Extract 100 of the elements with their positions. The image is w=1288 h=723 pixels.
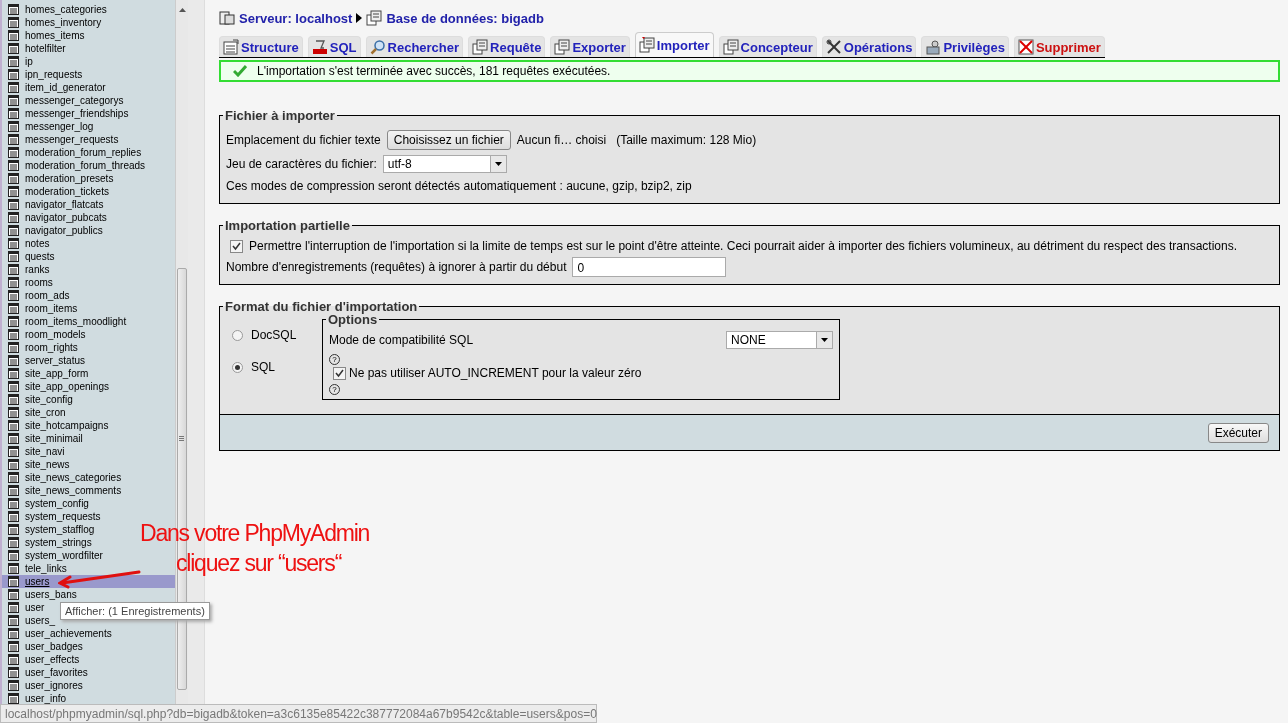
structure-icon: [223, 39, 239, 55]
table-link[interactable]: navigator_flatcats: [25, 198, 104, 211]
table-link[interactable]: site_app_openings: [25, 380, 109, 393]
table-link[interactable]: messenger_requests: [25, 133, 119, 146]
table-link[interactable]: user: [25, 601, 45, 614]
table-icon: [8, 628, 19, 639]
tab[interactable]: Importer: [634, 32, 714, 57]
table-link[interactable]: moderation_forum_replies: [25, 146, 142, 159]
tab[interactable]: Structure: [219, 36, 303, 57]
scroll-up-icon[interactable]: [179, 8, 186, 12]
table-icon: [8, 199, 19, 210]
status-bar: localhost/phpmyadmin/sql.php?db=bigadb&token=a3c6135e85422c387772084a67b9542c&table=users&pos=0: [0, 704, 597, 723]
table-link[interactable]: messenger_friendships: [25, 107, 129, 120]
table-link[interactable]: messenger_log: [25, 120, 94, 133]
tab[interactable]: Opérations: [821, 36, 917, 57]
table-link[interactable]: navigator_publics: [25, 224, 103, 237]
table-link[interactable]: homes_categories: [25, 3, 107, 16]
table-link[interactable]: ranks: [25, 263, 50, 276]
checkbox[interactable]: [230, 240, 243, 253]
table-link[interactable]: hotelfilter: [25, 42, 66, 55]
table-icon: [8, 173, 19, 184]
table-icon: [8, 238, 19, 249]
table-link[interactable]: site_hotcampaigns: [25, 419, 109, 432]
table-link[interactable]: ip: [25, 55, 33, 68]
table-link[interactable]: system_requests: [25, 510, 101, 523]
table-link[interactable]: user_favorites: [25, 666, 88, 679]
charset-dropdown[interactable]: utf-8: [382, 155, 507, 173]
table-link[interactable]: navigator_pubcats: [25, 211, 107, 224]
table-link[interactable]: site_navi: [25, 445, 65, 458]
table-link[interactable]: system_config: [25, 497, 89, 510]
table-link[interactable]: ipn_requests: [25, 68, 83, 81]
table-icon: [8, 82, 19, 93]
tab[interactable]: Concepteur: [718, 36, 817, 57]
table-link[interactable]: moderation_forum_threads: [25, 159, 146, 172]
table-link[interactable]: site_news_categories: [25, 471, 122, 484]
database-link[interactable]: Base de données: bigadb: [386, 10, 544, 26]
table-icon: [8, 4, 19, 15]
panel-title: Importation partielle: [224, 218, 351, 233]
database-icon: [472, 39, 489, 55]
table-link[interactable]: system_strings: [25, 536, 92, 549]
tab[interactable]: Supprimer: [1013, 36, 1105, 57]
table-link[interactable]: site_news_comments: [25, 484, 122, 497]
table-icon: [8, 264, 19, 275]
skip-count-field[interactable]: 0: [572, 257, 727, 277]
table-link[interactable]: site_config: [25, 393, 73, 406]
table-link[interactable]: user_effects: [25, 653, 80, 666]
table-link[interactable]: rooms: [25, 276, 53, 289]
table-link[interactable]: room_ads: [25, 289, 70, 302]
table-link[interactable]: server_status: [25, 354, 86, 367]
table-link[interactable]: site_news: [25, 458, 70, 471]
search-icon: [369, 39, 386, 55]
table-icon: [8, 550, 19, 561]
table-link[interactable]: users_bans: [25, 588, 77, 601]
table-icon: [8, 108, 19, 119]
table-link[interactable]: site_cron: [25, 406, 66, 419]
table-link[interactable]: quests: [25, 250, 55, 263]
table-link[interactable]: item_id_generator: [25, 81, 106, 94]
users-icon: [925, 39, 942, 55]
format-radio[interactable]: SQL: [232, 360, 312, 374]
table-link[interactable]: room_rights: [25, 341, 78, 354]
table-link[interactable]: system_wordfilter: [25, 549, 103, 562]
tab[interactable]: Exporter: [550, 36, 630, 57]
table-icon: [8, 589, 19, 600]
table-icon: [8, 212, 19, 223]
choose-file-button[interactable]: Choisissez un fichier: [386, 130, 511, 150]
format-radio[interactable]: DocSQL: [232, 328, 312, 342]
table-link[interactable]: user_achievements: [25, 627, 112, 640]
table-link[interactable]: moderation_tickets: [25, 185, 109, 198]
table-link[interactable]: moderation_presets: [25, 172, 114, 185]
table-link[interactable]: messenger_categorys: [25, 94, 124, 107]
table-icon: [8, 407, 19, 418]
tab[interactable]: Privilèges: [921, 36, 1009, 57]
table-link[interactable]: user_info: [25, 692, 67, 705]
table-icon: [8, 303, 19, 314]
table-link[interactable]: user_ignores: [25, 679, 83, 692]
table-icon: [8, 459, 19, 470]
table-link[interactable]: notes: [25, 237, 50, 250]
table-link[interactable]: user_badges: [25, 640, 83, 653]
table-link[interactable]: homes_inventory: [25, 16, 102, 29]
table-link[interactable]: room_models: [25, 328, 86, 341]
compatibility-dropdown[interactable]: NONE: [726, 331, 833, 349]
table-link[interactable]: homes_items: [25, 29, 85, 42]
checkbox[interactable]: [333, 366, 346, 380]
execute-button[interactable]: Exécuter: [1207, 423, 1269, 443]
table-link[interactable]: users: [25, 575, 50, 588]
table-icon: [8, 355, 19, 366]
table-link[interactable]: users_: [25, 614, 55, 627]
table-icon: [8, 472, 19, 483]
table-link[interactable]: room_items: [25, 302, 78, 315]
server-link[interactable]: Serveur: localhost: [239, 10, 353, 26]
database-icon: [554, 39, 571, 55]
table-link[interactable]: site_minimail: [25, 432, 83, 445]
table-link[interactable]: site_app_form: [25, 367, 89, 380]
table-link[interactable]: tele_links: [25, 562, 67, 575]
panel-title: Fichier à importer: [224, 108, 336, 123]
tab[interactable]: SQL: [307, 36, 361, 57]
tab[interactable]: Rechercher: [365, 36, 464, 57]
table-link[interactable]: system_stafflog: [25, 523, 95, 536]
table-link[interactable]: room_items_moodlight: [25, 315, 127, 328]
tab[interactable]: Requête: [468, 36, 546, 57]
